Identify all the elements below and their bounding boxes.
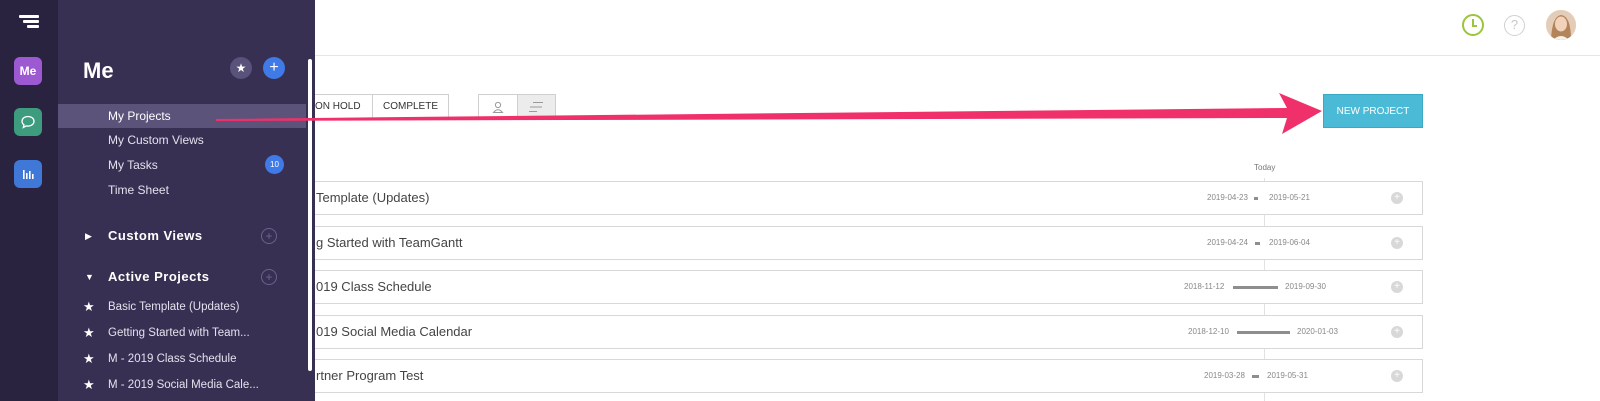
- status-filter-group: ON HOLD COMPLETE: [300, 94, 449, 119]
- section-label: Custom Views: [108, 228, 203, 243]
- new-project-button[interactable]: NEW PROJECT: [1323, 94, 1423, 128]
- sidebar-panel: Me ★ + My Projects My Custom Views My Ta…: [58, 0, 315, 401]
- gantt-bar: [1255, 242, 1260, 245]
- project-name: g Started with TeamGantt: [316, 235, 463, 250]
- project-row[interactable]: 019 Social Media Calendar 2018-12-10 202…: [300, 315, 1423, 349]
- sidebar-project-item[interactable]: ★ M - 2019 Class Schedule: [58, 347, 306, 371]
- project-start-date: 2019-04-23: [1207, 193, 1248, 202]
- sidebar-project-label: Getting Started with Team...: [108, 327, 250, 339]
- sidebar-project-item[interactable]: ★ Basic Template (Updates): [58, 295, 306, 319]
- list-icon: [529, 101, 544, 112]
- project-start-date: 2019-04-24: [1207, 238, 1248, 247]
- sidebar-item-time-sheet[interactable]: Time Sheet: [58, 178, 306, 202]
- section-active-projects[interactable]: ▼ Active Projects +: [58, 265, 306, 289]
- app-rail: Me: [0, 0, 58, 401]
- app: ? ON HOLD COMPLETE NEW PROJECT Today Tem…: [0, 0, 1600, 401]
- add-custom-view-icon[interactable]: +: [261, 228, 277, 244]
- filter-complete-button[interactable]: COMPLETE: [372, 95, 448, 118]
- star-icon[interactable]: ★: [83, 321, 95, 345]
- avatar[interactable]: [1546, 10, 1576, 40]
- star-icon[interactable]: ★: [83, 295, 95, 319]
- project-end-date: 2019-06-04: [1269, 238, 1310, 247]
- project-end-date: 2019-05-21: [1269, 193, 1310, 202]
- sidebar-project-item[interactable]: ★ M - 2019 Social Media Cale...: [58, 373, 306, 397]
- project-name: 019 Class Schedule: [316, 279, 432, 294]
- project-end-date: 2019-09-30: [1285, 282, 1326, 291]
- sidebar-item-label: My Tasks: [108, 158, 158, 172]
- help-icon[interactable]: ?: [1504, 15, 1525, 36]
- sidebar-item-my-tasks[interactable]: My Tasks 10: [58, 153, 306, 177]
- sidebar-project-item[interactable]: ★ Getting Started with Team...: [58, 321, 306, 345]
- today-label: Today: [1254, 163, 1276, 172]
- project-start-date: 2018-11-12: [1184, 282, 1225, 291]
- project-name: 019 Social Media Calendar: [316, 324, 473, 339]
- person-icon: [492, 101, 504, 113]
- favorites-star-icon[interactable]: ★: [230, 57, 252, 79]
- project-row[interactable]: Template (Updates) 2019-04-23 2019-05-21…: [300, 181, 1423, 215]
- view-toggle: [478, 94, 556, 119]
- sidebar-item-my-projects[interactable]: My Projects: [58, 104, 306, 128]
- add-icon[interactable]: +: [263, 57, 285, 79]
- sidebar-project-label: Basic Template (Updates): [108, 301, 240, 313]
- caret-right-icon: ▶: [85, 231, 92, 241]
- star-icon[interactable]: ★: [83, 373, 95, 397]
- project-end-date: 2019-05-31: [1267, 371, 1308, 380]
- gantt-bar: [1233, 286, 1278, 289]
- row-add-icon[interactable]: +: [1391, 237, 1403, 249]
- project-start-date: 2018-12-10: [1188, 327, 1229, 336]
- clock-icon[interactable]: [1462, 14, 1484, 36]
- chat-icon[interactable]: [14, 108, 42, 136]
- list-view-button[interactable]: [516, 95, 555, 118]
- row-add-icon[interactable]: +: [1391, 192, 1403, 204]
- gantt-bar: [1254, 197, 1258, 200]
- caret-down-icon: ▼: [85, 272, 94, 282]
- project-row[interactable]: g Started with TeamGantt 2019-04-24 2019…: [300, 226, 1423, 260]
- project-name: rtner Program Test: [316, 368, 424, 383]
- reports-icon[interactable]: [14, 160, 42, 188]
- sidebar-scrollbar[interactable]: [308, 59, 312, 371]
- project-name: Template (Updates): [316, 190, 430, 205]
- sidebar-project-label: M - 2019 Social Media Cale...: [108, 379, 259, 391]
- add-project-icon[interactable]: +: [261, 269, 277, 285]
- tasks-count-badge: 10: [265, 155, 284, 174]
- row-add-icon[interactable]: +: [1391, 281, 1403, 293]
- row-add-icon[interactable]: +: [1391, 326, 1403, 338]
- rail-me-button[interactable]: Me: [14, 57, 42, 85]
- section-custom-views[interactable]: ▶ Custom Views +: [58, 224, 306, 248]
- sidebar-item-my-custom-views[interactable]: My Custom Views: [58, 128, 306, 152]
- star-icon[interactable]: ★: [83, 347, 95, 371]
- project-row[interactable]: 019 Class Schedule 2018-11-12 2019-09-30…: [300, 270, 1423, 304]
- project-end-date: 2020-01-03: [1297, 327, 1338, 336]
- row-add-icon[interactable]: +: [1391, 370, 1403, 382]
- sidebar-title: Me: [83, 58, 114, 83]
- section-label: Active Projects: [108, 269, 210, 284]
- logo-icon[interactable]: [17, 15, 39, 33]
- sidebar-project-label: M - 2019 Class Schedule: [108, 353, 237, 365]
- project-start-date: 2019-03-28: [1204, 371, 1245, 380]
- gantt-bar: [1237, 331, 1290, 334]
- project-row[interactable]: rtner Program Test 2019-03-28 2019-05-31…: [300, 359, 1423, 393]
- gantt-bar: [1252, 375, 1259, 378]
- person-view-button[interactable]: [479, 95, 517, 118]
